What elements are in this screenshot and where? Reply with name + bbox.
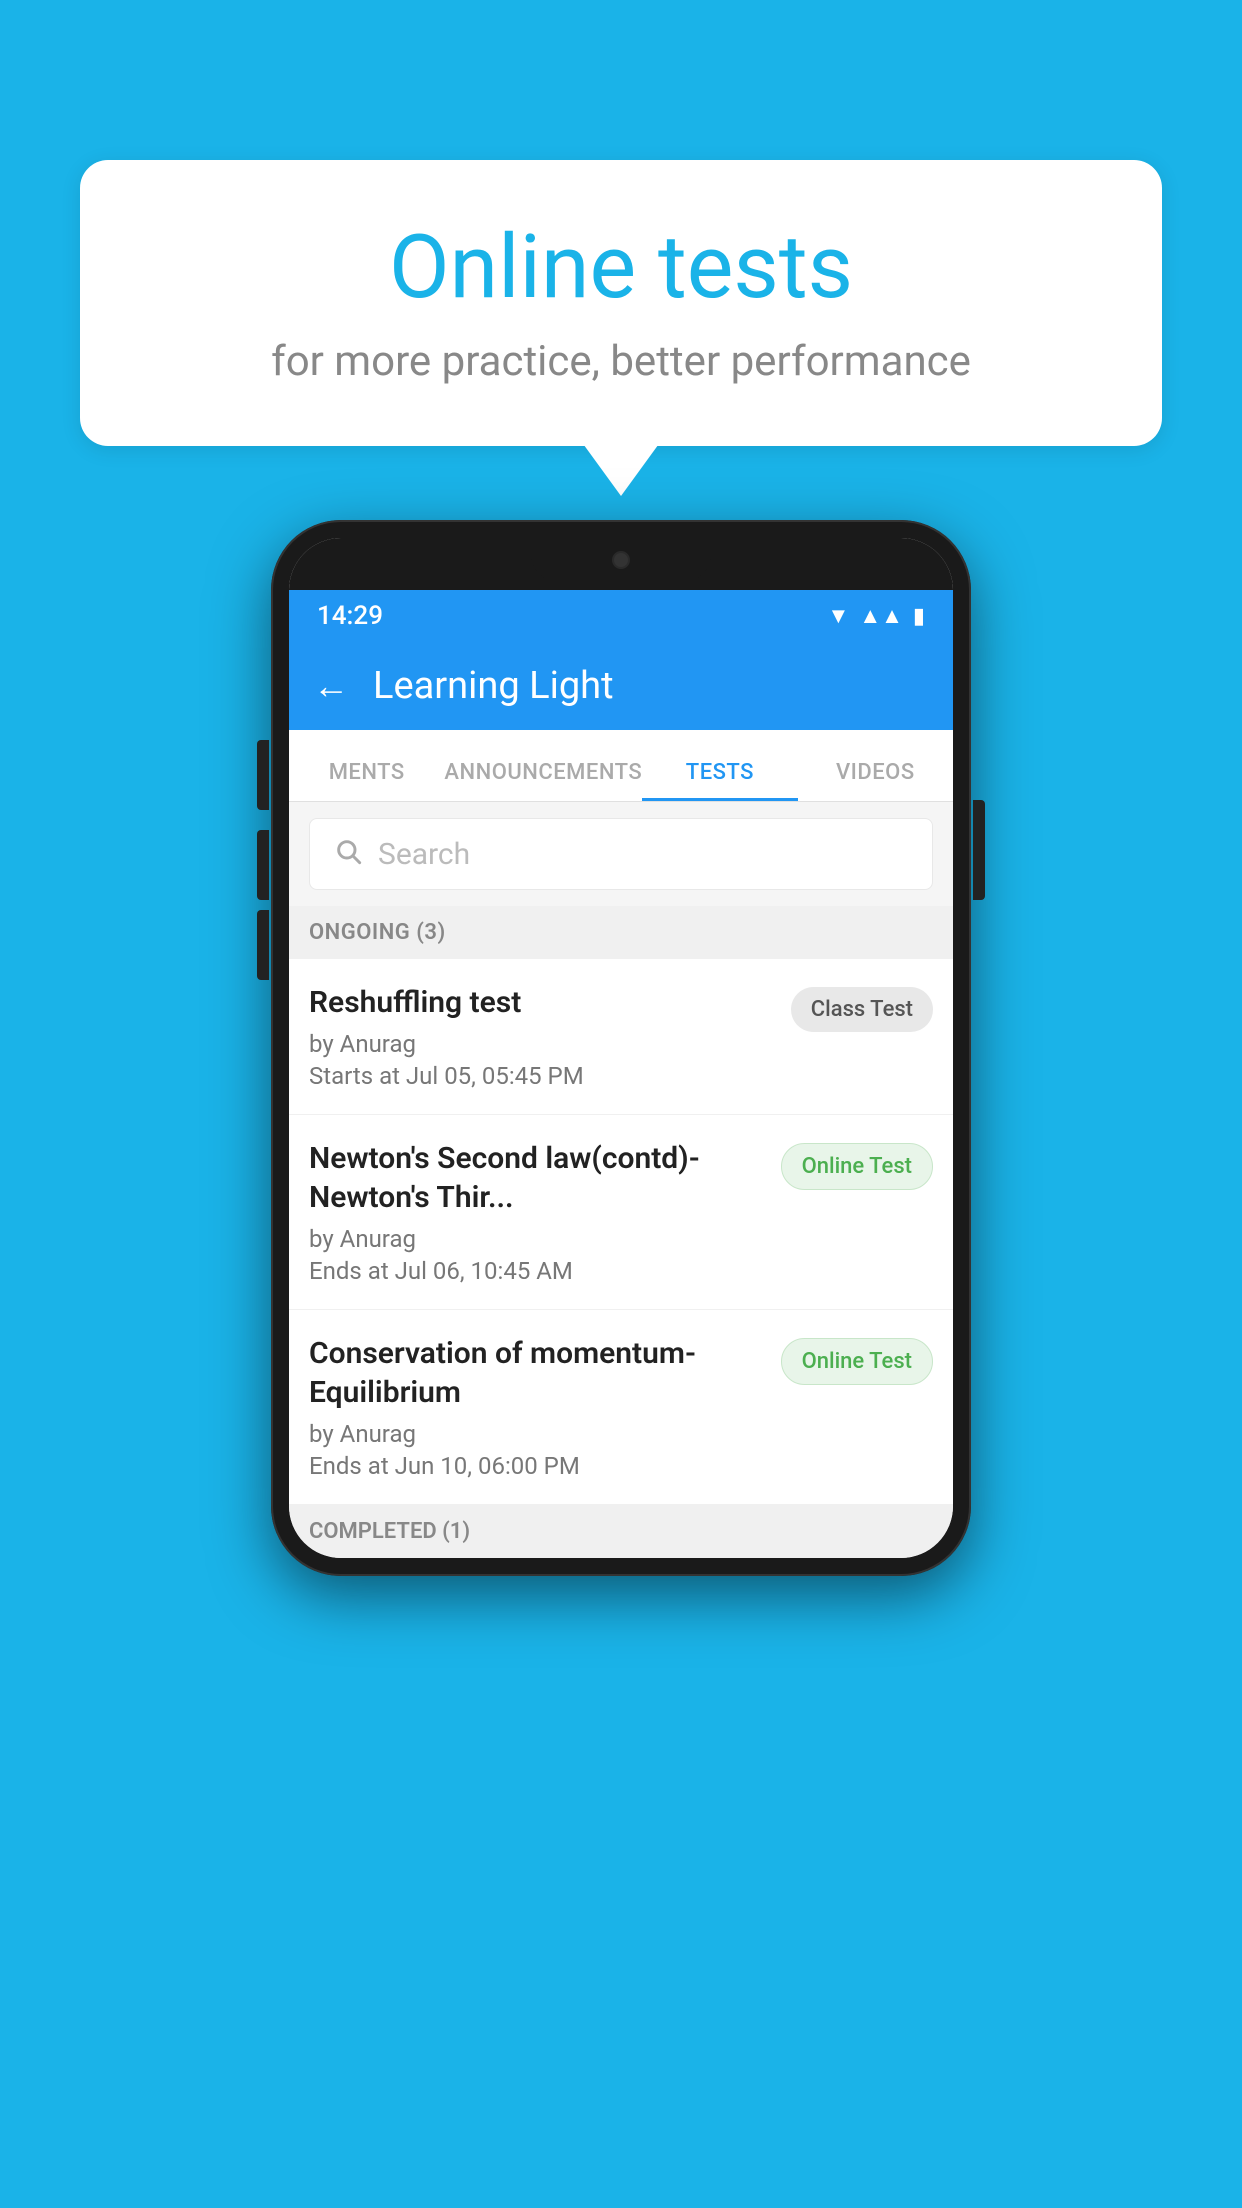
tab-tests[interactable]: TESTS	[642, 760, 797, 801]
tab-announcements[interactable]: ANNOUNCEMENTS	[444, 760, 642, 801]
signal-icon: ▲▲	[859, 603, 903, 629]
bubble-subtitle: for more practice, better performance	[160, 337, 1082, 386]
test-item-1[interactable]: Reshuffling test by Anurag Starts at Jul…	[289, 959, 953, 1115]
completed-header: COMPLETED (1)	[289, 1505, 953, 1558]
test-by-2: by Anurag	[309, 1225, 765, 1253]
test-item-3[interactable]: Conservation of momentum-Equilibrium by …	[289, 1310, 953, 1505]
phone-screen: 14:29 ▼ ▲▲ ▮ ← Learning Light MENTS ANNO…	[289, 538, 953, 1558]
search-container: Search	[289, 802, 953, 906]
test-time-2: Ends at Jul 06, 10:45 AM	[309, 1257, 765, 1285]
test-time-3: Ends at Jun 10, 06:00 PM	[309, 1452, 765, 1480]
tabs-bar: MENTS ANNOUNCEMENTS TESTS VIDEOS	[289, 730, 953, 802]
status-icons: ▼ ▲▲ ▮	[828, 603, 925, 629]
camera-dot	[612, 551, 630, 569]
phone-frame: 14:29 ▼ ▲▲ ▮ ← Learning Light MENTS ANNO…	[271, 520, 971, 1576]
notch-cutout	[531, 538, 711, 582]
back-button[interactable]: ←	[313, 665, 349, 707]
test-info-3: Conservation of momentum-Equilibrium by …	[309, 1334, 781, 1480]
ongoing-header: ONGOING (3)	[289, 906, 953, 959]
test-by-3: by Anurag	[309, 1420, 765, 1448]
bubble-title: Online tests	[160, 220, 1082, 317]
test-info-1: Reshuffling test by Anurag Starts at Jul…	[309, 983, 791, 1090]
status-bar: 14:29 ▼ ▲▲ ▮	[289, 590, 953, 642]
phone-device: 14:29 ▼ ▲▲ ▮ ← Learning Light MENTS ANNO…	[271, 520, 971, 1576]
app-title: Learning Light	[373, 664, 614, 708]
test-name-2: Newton's Second law(contd)-Newton's Thir…	[309, 1139, 765, 1217]
search-placeholder: Search	[378, 837, 470, 872]
test-time-1: Starts at Jul 05, 05:45 PM	[309, 1062, 775, 1090]
test-info-2: Newton's Second law(contd)-Newton's Thir…	[309, 1139, 781, 1285]
speech-bubble: Online tests for more practice, better p…	[80, 160, 1162, 446]
phone-notch	[289, 538, 953, 590]
search-box[interactable]: Search	[309, 818, 933, 890]
test-by-1: by Anurag	[309, 1030, 775, 1058]
badge-class-test-1: Class Test	[791, 987, 933, 1032]
speech-bubble-section: Online tests for more practice, better p…	[80, 160, 1162, 446]
wifi-icon: ▼	[828, 603, 850, 629]
tab-ments[interactable]: MENTS	[289, 760, 444, 801]
app-bar: ← Learning Light	[289, 642, 953, 730]
badge-online-test-3: Online Test	[781, 1338, 933, 1385]
status-time: 14:29	[317, 601, 383, 631]
test-item-2[interactable]: Newton's Second law(contd)-Newton's Thir…	[289, 1115, 953, 1310]
badge-online-test-2: Online Test	[781, 1143, 933, 1190]
tab-videos[interactable]: VIDEOS	[798, 760, 953, 801]
search-icon	[334, 835, 362, 873]
battery-icon: ▮	[913, 604, 925, 629]
test-name-1: Reshuffling test	[309, 983, 775, 1022]
test-list-ongoing: Reshuffling test by Anurag Starts at Jul…	[289, 959, 953, 1505]
test-name-3: Conservation of momentum-Equilibrium	[309, 1334, 765, 1412]
